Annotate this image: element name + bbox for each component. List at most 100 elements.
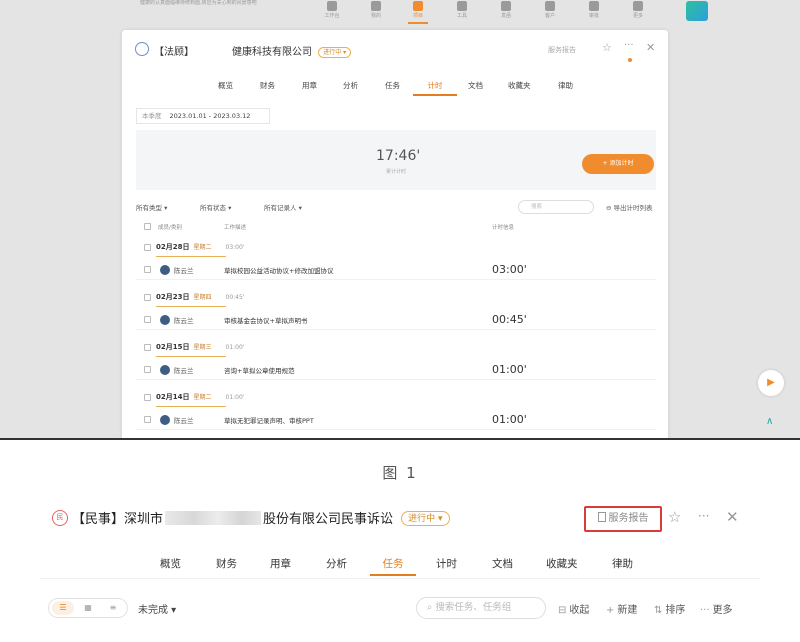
table-row[interactable]: 陈云兰 咨询+草拟公章使用规范 01:00' [136,362,656,380]
tab-seal[interactable]: 用章 [302,80,317,96]
column-time: 计时信息 [492,225,515,231]
tab-finance[interactable]: 财务 [260,80,275,96]
scroll-up-icon[interactable]: ∧ [766,416,773,427]
nav-item-clients[interactable]: 客户 [534,0,566,24]
tab-analysis[interactable]: 分析 [343,80,358,96]
case-panel: 【法顾】 健康科技有限公司 进行中 ▾ 服务报告 ☆ ··· ✕ 概览 财务 用章… [122,30,668,440]
tab-finance[interactable]: 财务 [216,556,237,576]
nav-item-projects[interactable]: 项目 [402,0,434,24]
more-actions-button[interactable]: ··· 更多 [700,601,733,616]
completion-filter[interactable]: 未完成 ▾ [138,601,176,616]
table-row[interactable]: 陈云兰 草拟校园公益活动协议+修改加盟协议 03:00' [136,262,656,280]
tab-favorites[interactable]: 收藏夹 [508,80,531,96]
type-filter[interactable]: 所有类型 ▾ [136,202,167,212]
tab-timing[interactable]: 计时 [436,556,457,576]
nav-item-more[interactable]: 更多 [622,0,654,24]
tab-tasks[interactable]: 任务 [370,556,416,576]
tab-timing[interactable]: 计时 [413,80,457,96]
case-title: 【法顾】 健康科技有限公司 进行中 ▾ [154,43,352,58]
approve-icon [589,1,599,11]
export-button[interactable]: ⊖ 导出计时列表 [606,202,653,212]
avatar [160,265,170,275]
group-checkbox[interactable] [144,393,151,401]
group-date: 02月23日 [156,293,190,301]
top-navigation: 健康的认真面临维持修到面,转应为关心到的风景感吧 工作台 我的 项目 工具 发函… [0,0,800,24]
board-view-icon[interactable]: ▦ [77,601,99,615]
tool-icon [457,1,467,11]
group-date: 02月14日 [156,393,190,401]
nav-item-letters[interactable]: 发函 [490,0,522,24]
group-checkbox[interactable] [144,243,151,251]
app-logo-icon[interactable] [686,1,708,21]
panel-tabs: 概览 财务 用章 分析 任务 计时 文档 收藏夹 律助 [40,556,760,578]
sort-icon: ⇅ [654,605,663,616]
nav-item-mine[interactable]: 我的 [360,0,392,24]
table-row[interactable]: 陈云兰 审核基金会协议+草拟声明书 00:45' [136,312,656,330]
tab-documents[interactable]: 文档 [492,556,513,576]
collapse-button[interactable]: ⊟ 收起 [558,601,589,616]
select-all-checkbox[interactable] [144,223,151,230]
table-header: 成员/类别 工作描述 计时信息 [136,222,656,232]
more-icon[interactable]: ··· [624,40,634,51]
home-icon [327,1,337,11]
row-checkbox[interactable] [144,316,151,323]
plus-icon: + [606,605,615,616]
group-date: 02月15日 [156,343,190,351]
date-range-picker[interactable]: 本季度 2023.01.01 - 2023.03.12 [136,108,270,124]
group-date: 02月28日 [156,243,190,251]
tab-overview[interactable]: 概览 [218,80,233,96]
tab-assistant[interactable]: 律助 [612,556,633,576]
status-dropdown[interactable]: 进行中 ▾ [318,47,352,58]
tab-tasks[interactable]: 任务 [385,80,400,96]
tab-favorites[interactable]: 收藏夹 [546,556,578,576]
date-group: 02月23日 星期四 00:45' 陈云兰 审核基金会协议+草拟声明书 00:45' [136,292,656,342]
user-icon [371,1,381,11]
recorder-filter[interactable]: 所有记录人 ▾ [264,202,302,212]
case-title: 【民事】深圳市 股份有限公司民事诉讼 进行中 ▾ [72,508,450,527]
row-checkbox[interactable] [144,366,151,373]
outline-view-icon[interactable]: ≡ [102,601,124,615]
tab-seal[interactable]: 用章 [270,556,291,576]
search-input[interactable]: 搜索 [518,200,594,214]
service-report-button[interactable]: 服务报告 [584,506,662,532]
service-report-button[interactable]: 服务报告 [548,45,576,55]
work-description: 草拟无犯罪记录声明、审核PPT [224,417,314,425]
group-checkbox[interactable] [144,343,151,351]
ellipsis-icon: ··· [700,605,710,616]
close-icon[interactable]: ✕ [646,41,655,54]
nav-item-approval[interactable]: 审批 [578,0,610,24]
time-value: 00:45' [492,313,527,326]
status-dropdown[interactable]: 进行中 ▾ [401,511,450,526]
star-icon[interactable]: ☆ [668,508,681,526]
collapse-icon: ⊟ [558,605,567,616]
tab-analysis[interactable]: 分析 [326,556,347,576]
tab-assistant[interactable]: 律助 [558,80,573,96]
tab-documents[interactable]: 文档 [468,80,483,96]
status-filter[interactable]: 所有状态 ▾ [200,202,231,212]
star-icon[interactable]: ☆ [602,41,612,54]
nav-item-tools[interactable]: 工具 [446,0,478,24]
task-search-input[interactable]: ⌕ 搜索任务、任务组 [416,597,546,619]
row-checkbox[interactable] [144,266,151,273]
nav-item-workbench[interactable]: 工作台 [316,0,348,24]
total-time: 17:46' [376,148,421,164]
sort-button[interactable]: ⇅ 排序 [654,601,685,616]
group-total: 01:00' [225,394,245,401]
play-icon[interactable]: ▶ [758,370,784,396]
group-total: 03:00' [225,244,245,251]
grid-icon [633,1,643,11]
row-checkbox[interactable] [144,416,151,423]
new-button[interactable]: + 新建 [606,601,637,616]
list-view-icon[interactable]: ☰ [52,601,74,615]
notification-dot [628,58,632,62]
group-checkbox[interactable] [144,293,151,301]
work-description: 咨询+草拟公章使用规范 [224,367,295,375]
tab-overview[interactable]: 概览 [160,556,181,576]
more-icon[interactable]: ··· [698,509,709,523]
add-timer-button[interactable]: + 添加计时 [582,154,654,174]
folder-icon [413,1,423,11]
close-icon[interactable]: ✕ [726,508,739,526]
work-description: 草拟校园公益活动协议+修改加盟协议 [224,267,334,275]
table-row[interactable]: 陈云兰 草拟无犯罪记录声明、审核PPT 01:00' [136,412,656,430]
work-description: 审核基金会协议+草拟声明书 [224,317,308,325]
